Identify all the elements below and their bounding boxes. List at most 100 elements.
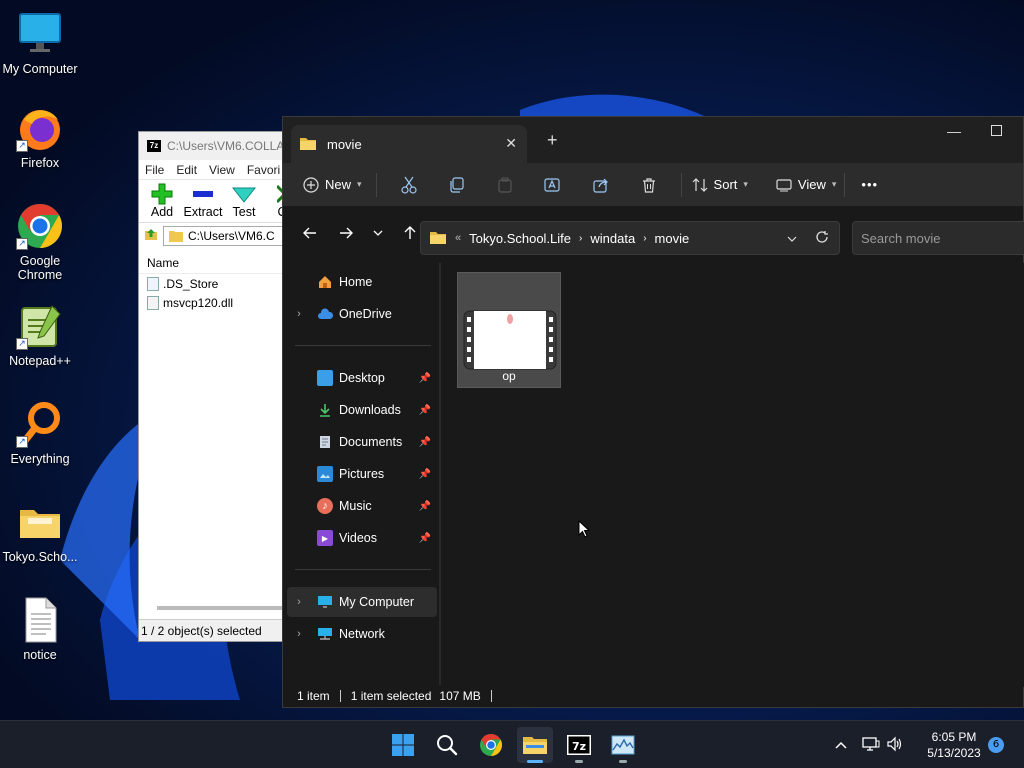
taskbar-chrome[interactable]	[473, 727, 509, 763]
pin-icon[interactable]: 📌	[419, 469, 431, 480]
menu-edit[interactable]: Edit	[176, 163, 197, 177]
list-item[interactable]: .DS_Store	[139, 274, 297, 293]
search-input[interactable]: Search movie	[852, 221, 1024, 255]
sevenzip-address-field[interactable]: C:\Users\VM6.C	[163, 225, 297, 246]
pin-icon[interactable]: 📌	[419, 533, 431, 544]
sort-icon	[692, 177, 707, 192]
breadcrumb-movie[interactable]: movie	[655, 231, 690, 246]
running-indicator	[527, 760, 543, 763]
share-button[interactable]	[577, 169, 625, 201]
minimize-button[interactable]: —	[947, 123, 961, 139]
breadcrumb-overflow-icon[interactable]: «	[455, 232, 461, 244]
more-options-button[interactable]: •••	[861, 169, 878, 201]
sort-label: Sort	[713, 177, 738, 192]
nav-item-home[interactable]: Home	[287, 267, 437, 297]
copy-button[interactable]	[433, 169, 481, 201]
video-file-icon	[463, 310, 557, 370]
file-explorer-window[interactable]: movie ✕ + — New ▾ Sort ▾ View ▾ ••• « To…	[282, 116, 1024, 708]
sevenzip-logo-icon: 7z	[147, 140, 161, 152]
file-list-area[interactable]: op	[443, 263, 1024, 687]
nav-item-my-computer[interactable]: › My Computer	[287, 587, 437, 617]
new-button[interactable]: New ▾	[303, 169, 362, 201]
plus-circle-icon	[303, 176, 319, 193]
show-hidden-icons-chevron-icon[interactable]	[830, 738, 852, 752]
notification-badge[interactable]: 6	[988, 737, 1004, 753]
forward-button[interactable]	[331, 218, 361, 248]
performance-chart-icon	[611, 735, 635, 755]
expand-chevron-icon[interactable]: ›	[287, 308, 311, 320]
rename-button[interactable]	[529, 169, 577, 201]
taskbar-file-explorer[interactable]	[517, 727, 553, 763]
menu-favorites[interactable]: Favori	[247, 163, 280, 177]
chrome-icon: ↗	[16, 202, 64, 250]
nav-item-onedrive[interactable]: › OneDrive	[287, 299, 437, 329]
taskbar-task-manager[interactable]	[605, 727, 641, 763]
refresh-icon[interactable]	[815, 230, 829, 247]
nav-item-pictures[interactable]: Pictures 📌	[287, 459, 437, 489]
back-button[interactable]	[295, 218, 325, 248]
breadcrumb-chevron-icon: ›	[643, 232, 647, 244]
shortcut-arrow-icon: ↗	[16, 436, 28, 448]
expand-chevron-icon[interactable]: ›	[287, 596, 311, 608]
nav-item-downloads[interactable]: Downloads 📌	[287, 395, 437, 425]
desktop-icon-firefox[interactable]: ↗ Firefox	[0, 104, 80, 170]
column-header-name[interactable]: Name	[139, 252, 297, 274]
sevenzip-titlebar[interactable]: 7z C:\Users\VM6.COLLA	[139, 132, 297, 160]
volume-icon[interactable]	[886, 736, 904, 755]
address-bar[interactable]: « Tokyo.School.Life › windata › movie	[420, 221, 840, 255]
desktop-icon-tokyo-school-folder[interactable]: Tokyo.Scho...	[0, 498, 80, 564]
dll-file-icon	[147, 295, 159, 310]
nav-item-videos[interactable]: ▶ Videos 📌	[287, 523, 437, 553]
expand-chevron-icon[interactable]: ›	[287, 628, 311, 640]
maximize-button[interactable]	[991, 123, 1002, 139]
taskbar-search-button[interactable]	[429, 727, 465, 763]
extract-button[interactable]: Extract	[184, 183, 222, 222]
menu-view[interactable]: View	[209, 163, 235, 177]
text-document-icon	[16, 596, 64, 644]
view-button[interactable]: View ▾	[776, 169, 836, 201]
desktop-icon-notice[interactable]: notice	[0, 596, 80, 662]
nav-item-music[interactable]: ♪ Music 📌	[287, 491, 437, 521]
desktop-icon-label: Tokyo.Scho...	[2, 550, 78, 564]
folder-up-icon[interactable]	[143, 226, 159, 245]
paste-button[interactable]	[481, 169, 529, 201]
desktop-icon-notepad-plus-plus[interactable]: ↗ Notepad++	[0, 302, 80, 368]
share-icon	[592, 178, 608, 193]
nav-item-desktop[interactable]: Desktop 📌	[287, 363, 437, 393]
divider	[490, 690, 492, 702]
sevenzip-window[interactable]: 7z C:\Users\VM6.COLLA File Edit View Fav…	[138, 131, 298, 642]
add-button[interactable]: Add	[147, 183, 177, 222]
network-status-icon[interactable]	[862, 736, 880, 755]
cut-button[interactable]	[385, 169, 433, 201]
desktop-icon-everything[interactable]: ↗ Everything	[0, 400, 80, 466]
breadcrumb-windata[interactable]: windata	[590, 231, 635, 246]
nav-item-documents[interactable]: Documents 📌	[287, 427, 437, 457]
start-button[interactable]	[385, 727, 421, 763]
address-history-chevron-icon[interactable]	[787, 230, 797, 245]
sevenzip-status-text: 1 / 2 object(s) selected	[141, 623, 262, 638]
sort-button[interactable]: Sort ▾	[692, 169, 748, 201]
scissors-icon	[400, 176, 417, 194]
delete-button[interactable]	[625, 169, 673, 201]
taskbar-7zip[interactable]: 7z	[561, 727, 597, 763]
recent-locations-button[interactable]	[367, 218, 389, 248]
tab-movie[interactable]: movie ✕	[291, 125, 527, 163]
list-item[interactable]: msvcp120.dll	[139, 293, 297, 312]
pin-icon[interactable]: 📌	[419, 501, 431, 512]
file-item-op[interactable]: op	[457, 272, 561, 388]
test-button[interactable]: Test	[229, 183, 259, 222]
desktop-icon-my-computer[interactable]: My Computer	[0, 10, 80, 76]
menu-file[interactable]: File	[145, 163, 164, 177]
breadcrumb-tokyo-school-life[interactable]: Tokyo.School.Life	[469, 231, 571, 246]
close-tab-icon[interactable]: ✕	[505, 135, 517, 152]
file-name: op	[502, 369, 516, 383]
pin-icon[interactable]: 📌	[419, 405, 431, 416]
nav-item-network[interactable]: › Network	[287, 619, 437, 649]
new-tab-button[interactable]: +	[547, 130, 558, 151]
horizontal-scrollbar[interactable]	[157, 606, 297, 610]
pin-icon[interactable]: 📌	[419, 437, 431, 448]
desktop-icon-chrome[interactable]: ↗ Google Chrome	[0, 202, 80, 282]
pin-icon[interactable]: 📌	[419, 373, 431, 384]
taskbar-clock[interactable]: 6:05 PM 5/13/2023	[918, 729, 990, 761]
file-explorer-icon	[523, 737, 547, 754]
